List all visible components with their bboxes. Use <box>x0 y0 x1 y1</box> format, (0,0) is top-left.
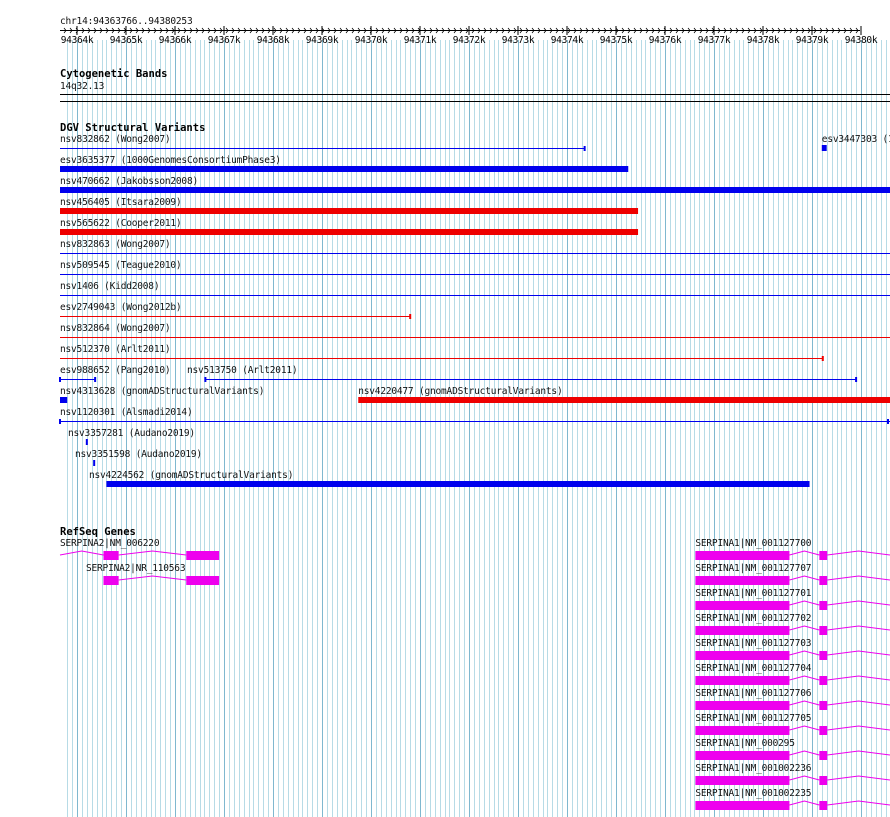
refseq-gene-label[interactable]: SERPINA1|NM_001127707 <box>695 563 811 574</box>
gene-intron <box>827 700 890 706</box>
gene-exon <box>819 701 828 710</box>
refseq-gene[interactable] <box>695 750 890 760</box>
gene-intron <box>59 550 104 556</box>
refseq-gene[interactable] <box>695 800 890 810</box>
gene-intron <box>789 725 820 731</box>
gene-intron <box>827 675 890 681</box>
refseq-gene[interactable] <box>695 775 890 785</box>
refseq-gene-label[interactable]: SERPINA1|NM_001002236 <box>695 763 811 774</box>
gene-intron <box>827 625 890 631</box>
gene-intron <box>827 575 890 581</box>
gene-exon <box>695 751 790 760</box>
gene-exon <box>103 576 119 585</box>
gene-intron <box>789 800 820 806</box>
gene-exon <box>695 576 790 585</box>
refseq-gene[interactable] <box>695 575 890 585</box>
gene-exon <box>695 701 790 710</box>
refseq-gene-label[interactable]: SERPINA1|NM_001127703 <box>695 638 811 649</box>
gene-intron <box>827 550 890 556</box>
gene-intron <box>789 600 820 606</box>
refseq-gene-label[interactable]: SERPINA2|NM_006220 <box>60 538 160 549</box>
gene-intron <box>789 750 820 756</box>
gene-intron <box>118 550 187 556</box>
gene-intron <box>789 650 820 656</box>
gene-exon <box>695 676 790 685</box>
gene-exon <box>819 626 828 635</box>
gene-exon <box>186 576 220 585</box>
refseq-gene[interactable] <box>695 625 890 635</box>
refseq-gene-label[interactable]: SERPINA1|NM_001127700 <box>695 538 811 549</box>
gene-exon <box>819 726 828 735</box>
gene-exon <box>819 651 828 660</box>
refseq-gene[interactable] <box>103 575 220 585</box>
refseq-gene[interactable] <box>695 600 890 610</box>
gene-intron <box>827 600 890 606</box>
gene-exon <box>695 626 790 635</box>
gene-exon <box>695 801 790 810</box>
gene-intron <box>789 675 820 681</box>
refseq-gene-label[interactable]: SERPINA1|NM_001127701 <box>695 588 811 599</box>
gene-exon <box>103 551 119 560</box>
refseq-gene-label[interactable]: SERPINA1|NM_001002235 <box>695 788 811 799</box>
refseq-gene[interactable] <box>695 650 890 660</box>
gene-exon <box>695 551 790 560</box>
gene-intron <box>827 800 890 806</box>
refseq-gene[interactable] <box>59 550 220 560</box>
gene-exon <box>186 551 220 560</box>
gene-intron <box>827 750 890 756</box>
gene-intron <box>789 550 820 556</box>
gene-exon <box>819 601 828 610</box>
gene-exon <box>819 551 828 560</box>
refseq-gene[interactable] <box>695 550 890 560</box>
gene-intron <box>827 725 890 731</box>
gene-intron <box>827 650 890 656</box>
genome-browser-view: chr14:94363766..94380253 94364k 94365k 943… <box>0 0 890 817</box>
refseq-gene[interactable] <box>695 700 890 710</box>
gene-intron <box>827 775 890 781</box>
gene-intron <box>789 625 820 631</box>
refseq-gene-label[interactable]: SERPINA1|NM_001127705 <box>695 713 811 724</box>
gene-exon <box>819 776 828 785</box>
gene-exon <box>819 751 828 760</box>
gene-intron <box>118 575 187 581</box>
gene-exon <box>819 576 828 585</box>
refseq-gene[interactable] <box>695 725 890 735</box>
refseq-gene-label[interactable]: SERPINA1|NM_000295 <box>695 738 795 749</box>
gene-exon <box>695 651 790 660</box>
gene-intron <box>789 775 820 781</box>
gene-exon <box>695 776 790 785</box>
gene-exon <box>695 601 790 610</box>
refseq-gene-label[interactable]: SERPINA2|NR_110563 <box>86 563 186 574</box>
refseq-gene-label[interactable]: SERPINA1|NM_001127702 <box>695 613 811 624</box>
refseq-gene[interactable] <box>695 675 890 685</box>
gene-intron <box>789 700 820 706</box>
gene-exon <box>819 801 828 810</box>
gene-exon <box>819 676 828 685</box>
refseq-gene-label[interactable]: SERPINA1|NM_001127706 <box>695 688 811 699</box>
gene-exon <box>695 726 790 735</box>
gene-intron <box>789 575 820 581</box>
refseq-gene-label[interactable]: SERPINA1|NM_001127704 <box>695 663 811 674</box>
